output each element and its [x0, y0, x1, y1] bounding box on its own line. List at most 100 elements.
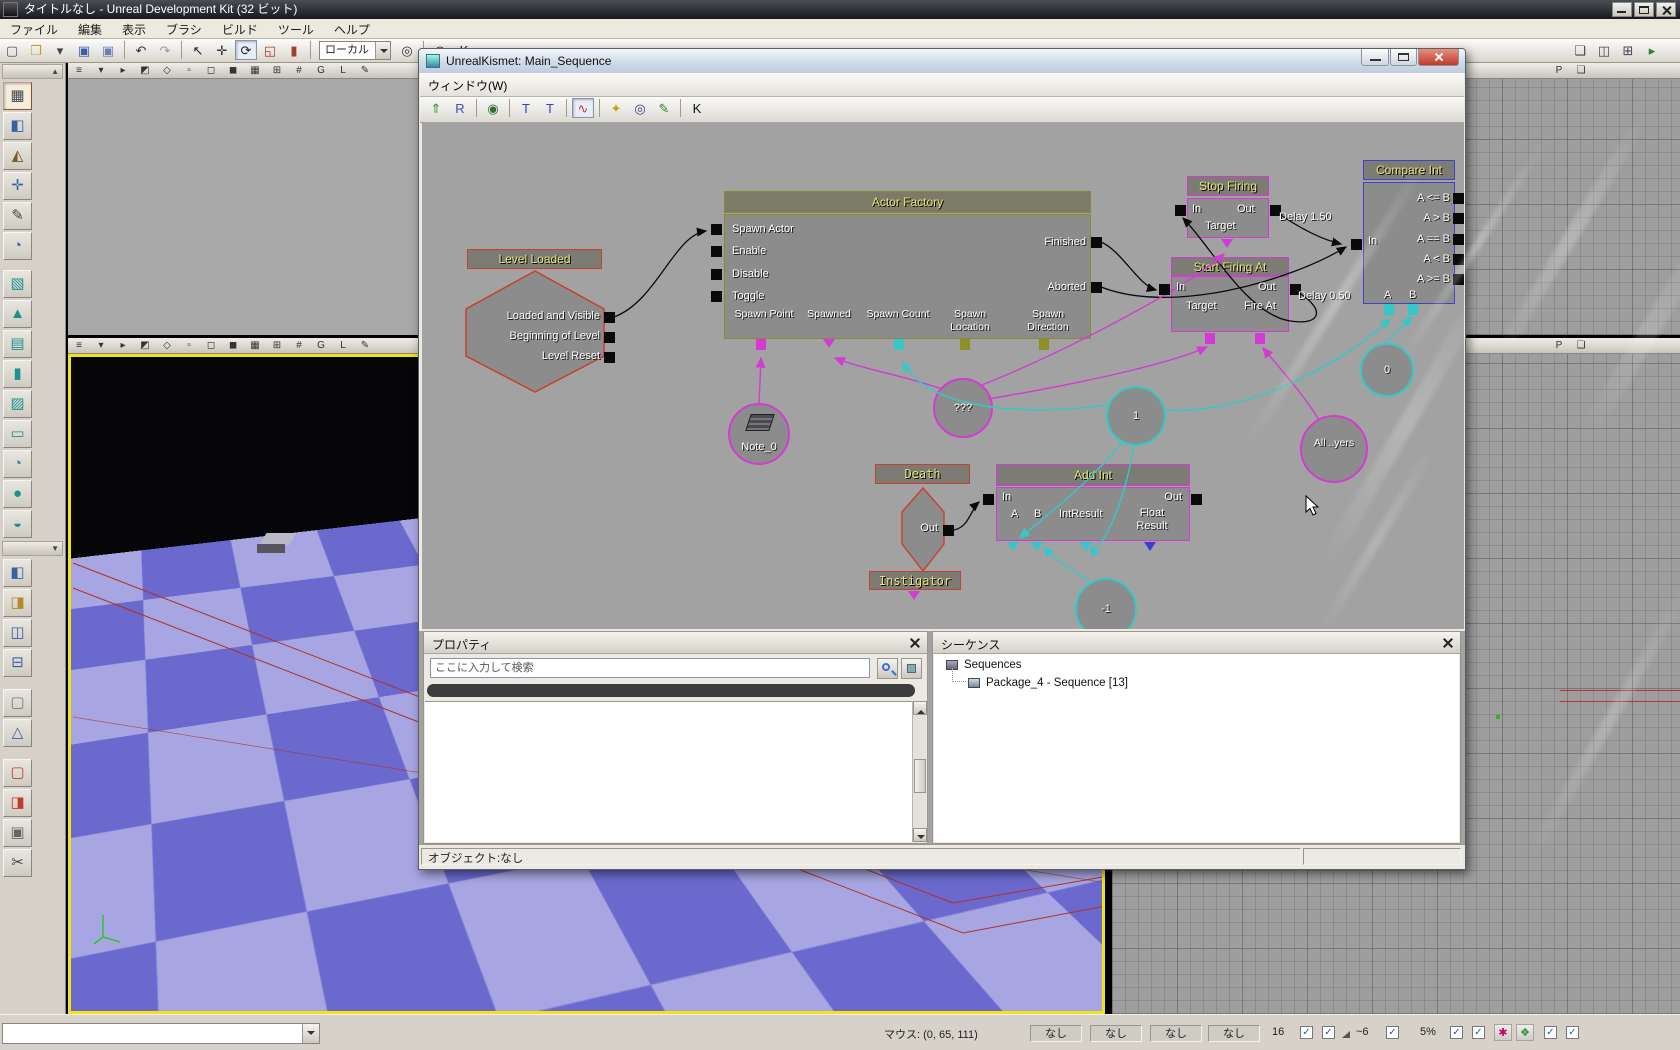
connector-out[interactable]: [1453, 193, 1464, 204]
game-view-icon[interactable]: G: [313, 338, 329, 352]
input-enable[interactable]: Enable: [732, 245, 766, 257]
rename-sequence-icon[interactable]: R: [449, 98, 471, 118]
select-tool-icon[interactable]: ↖: [187, 40, 209, 60]
cube-brush-icon[interactable]: ▧: [3, 270, 32, 298]
connector-in[interactable]: [711, 291, 722, 302]
node-add-int-title[interactable]: Add Int: [996, 464, 1190, 486]
stairs-brush-icon[interactable]: ▤: [3, 330, 32, 358]
brush-wire-icon[interactable]: ✎: [357, 63, 373, 77]
connector-in[interactable]: [1175, 205, 1186, 216]
category-bar[interactable]: [427, 684, 915, 697]
show-flags-icon[interactable]: ⊞: [269, 338, 285, 352]
mesh-paint-icon[interactable]: ❖: [1516, 1024, 1534, 1041]
connector-int-var[interactable]: [1031, 542, 1043, 551]
connector-out[interactable]: [1453, 274, 1464, 285]
viewport-options-icon[interactable]: ≡: [71, 63, 87, 77]
connector-object-var[interactable]: [756, 339, 766, 350]
unlit-icon[interactable]: ◻: [203, 63, 219, 77]
var-spawn-point[interactable]: Spawn Point: [730, 308, 798, 321]
save-all-icon[interactable]: ▣: [97, 40, 119, 60]
connector-in[interactable]: [711, 246, 722, 257]
open-map-icon[interactable]: ❒: [25, 40, 47, 60]
var-all-players[interactable]: All ..yers: [1300, 415, 1368, 483]
viewport-resize-icon[interactable]: ❏: [1569, 40, 1591, 60]
maximize-button[interactable]: [1634, 2, 1654, 17]
close-button[interactable]: [1656, 2, 1676, 17]
input-spawn-actor[interactable]: Spawn Actor: [732, 223, 794, 235]
menu-build[interactable]: ビルド: [212, 19, 268, 38]
combo-dropdown-icon[interactable]: [375, 42, 390, 59]
properties-scrollbar[interactable]: [912, 701, 926, 842]
menu-file[interactable]: ファイル: [0, 19, 68, 38]
cylinder-brush-icon[interactable]: ▮: [3, 360, 32, 388]
node-stop-firing-title[interactable]: Stop Firing: [1187, 176, 1269, 196]
open-parent-sequence-icon[interactable]: ⇑: [425, 98, 447, 118]
connector-out[interactable]: [1191, 494, 1202, 505]
kismet-menu-window[interactable]: ウィンドウ(W): [420, 73, 517, 94]
connector-fire-at[interactable]: [1255, 333, 1265, 344]
connector-out[interactable]: [1453, 254, 1464, 265]
output-beginning-of-level[interactable]: Beginning of Level: [482, 330, 600, 342]
properties-search-input[interactable]: [430, 658, 870, 678]
viewport-layout-icon[interactable]: ❏: [1573, 338, 1589, 352]
search-icon[interactable]: ◎: [629, 98, 651, 118]
camera-icon[interactable]: ◩: [137, 63, 153, 77]
new-map-icon[interactable]: ▢: [1, 40, 23, 60]
brush-wire-icon[interactable]: ✎: [357, 338, 373, 352]
scale-tool-icon[interactable]: ◱: [259, 40, 281, 60]
translate-tool-icon[interactable]: ✛: [211, 40, 233, 60]
search-button[interactable]: [877, 658, 898, 679]
kismet-titlebar[interactable]: UnrealKismet: Main_Sequence: [419, 49, 1465, 73]
lock-viewport-icon[interactable]: L: [335, 338, 351, 352]
kismet-maximize-button[interactable]: [1390, 49, 1417, 66]
scroll-down-icon[interactable]: [913, 828, 927, 842]
compare-a-eq-b[interactable]: A == B: [1384, 233, 1450, 245]
grey-brush-icon[interactable]: ▣: [3, 819, 32, 847]
connector-out[interactable]: [943, 525, 954, 536]
connector-int-var[interactable]: [1408, 304, 1418, 315]
compare-int-in[interactable]: In: [1368, 235, 1377, 247]
texture-align-mode-icon[interactable]: ✛: [3, 172, 32, 200]
zoom-to-fit-icon[interactable]: T: [515, 98, 537, 118]
compare-a-lt-b[interactable]: A < B: [1384, 253, 1450, 265]
stop-firing-in[interactable]: In: [1192, 203, 1201, 215]
realtime-icon[interactable]: ▸: [115, 63, 131, 77]
start-firing-target[interactable]: Target: [1186, 300, 1217, 312]
connector-out[interactable]: [1091, 282, 1102, 293]
sequences-close-icon[interactable]: [1441, 636, 1455, 650]
compare-a-gt-b[interactable]: A > B: [1384, 212, 1450, 224]
node-death-title[interactable]: Death: [875, 464, 970, 484]
angle-snap-checkbox[interactable]: ✓: [1386, 1026, 1399, 1039]
static-mesh-mode-icon[interactable]: ◔: [3, 232, 32, 260]
cone-brush-icon[interactable]: ▲: [3, 300, 32, 328]
connector-out[interactable]: [604, 332, 615, 343]
menu-brush[interactable]: ブラシ: [156, 19, 212, 38]
menu-edit[interactable]: 編集: [68, 19, 112, 38]
new-kismet-window-icon[interactable]: K: [686, 98, 708, 118]
add-int-out[interactable]: Out: [1134, 491, 1182, 503]
unlit-icon[interactable]: ◻: [203, 338, 219, 352]
grid-snap-checkbox[interactable]: ✓: [1300, 1026, 1313, 1039]
connector-float-var[interactable]: [1144, 542, 1156, 551]
search-actors-icon[interactable]: ◎: [396, 40, 418, 60]
sphere-brush-icon[interactable]: ●: [3, 480, 32, 508]
drag-grid-checkbox[interactable]: ✓: [1322, 1026, 1335, 1039]
menu-view[interactable]: 表示: [112, 19, 156, 38]
curved-stairs-brush-icon[interactable]: ◔: [3, 450, 32, 478]
redo-icon[interactable]: ↷: [154, 40, 176, 60]
add-int-intresult[interactable]: IntResult: [1059, 508, 1102, 520]
grid-snap-icon[interactable]: #: [291, 63, 307, 77]
input-disable[interactable]: Disable: [732, 268, 769, 280]
connector-vector-var[interactable]: [1039, 339, 1049, 350]
builder-brush-icon[interactable]: ▢: [3, 759, 32, 787]
paint-mode-icon[interactable]: ✱: [1494, 1024, 1512, 1041]
save-map-icon[interactable]: ▣: [73, 40, 95, 60]
sequences-tree[interactable]: Sequences Package_4 - Sequence [13]: [934, 654, 1459, 842]
properties-close-icon[interactable]: [908, 636, 922, 650]
undo-icon[interactable]: ↶: [130, 40, 152, 60]
minimize-button[interactable]: [1612, 2, 1632, 17]
connector-in[interactable]: [1351, 239, 1362, 250]
output-level-reset[interactable]: Level Reset: [482, 350, 600, 362]
lit-icon[interactable]: ◼: [225, 338, 241, 352]
viewport-options-icon[interactable]: ≡: [71, 338, 87, 352]
